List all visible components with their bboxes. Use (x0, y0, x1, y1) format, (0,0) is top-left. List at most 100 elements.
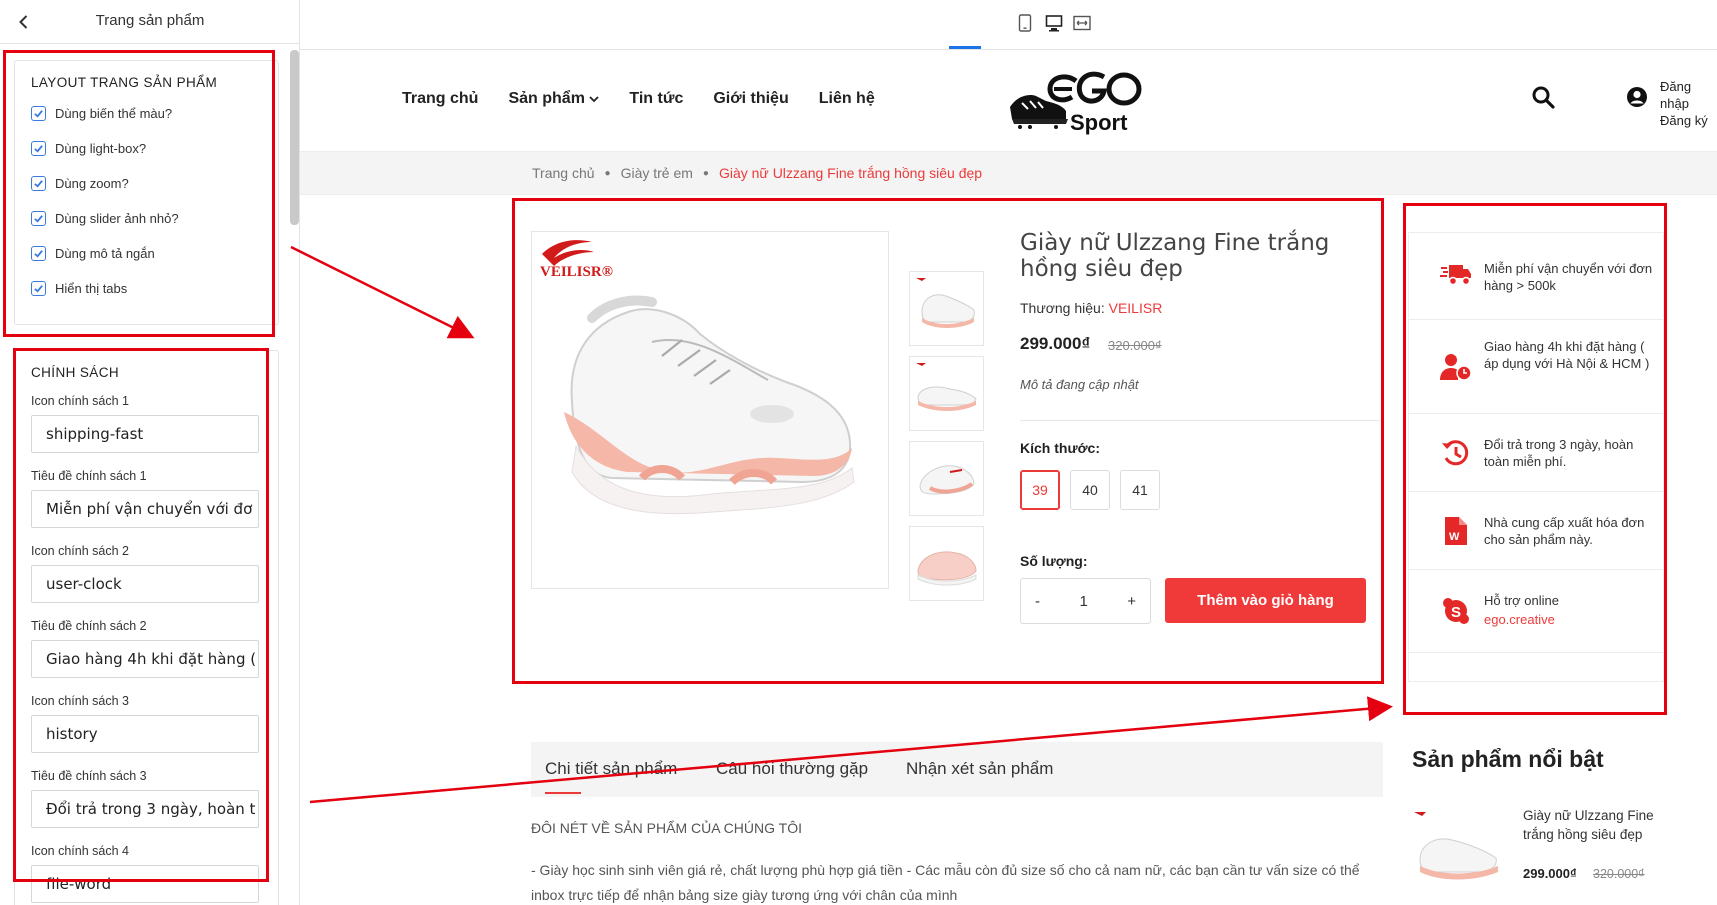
policy-field-input[interactable]: Giao hàng 4h khi đặt hàng ( (31, 640, 259, 678)
logo-sport-text: Sport (1070, 110, 1128, 135)
history-icon (1439, 436, 1473, 470)
layout-card: LAYOUT TRANG SẢN PHẨM Dùng biến thể màu?… (14, 60, 279, 325)
checkbox-checked-icon[interactable] (31, 141, 46, 156)
policy-field-input[interactable]: Đổi trả trong 3 ngày, hoàn t (31, 790, 259, 828)
size-option-41[interactable]: 41 (1120, 470, 1160, 510)
product-price: 299.000₫ (1020, 334, 1091, 353)
policy-field-input[interactable]: shipping-fast (31, 415, 259, 453)
policy-field-label: Tiêu đề chính sách 2 (31, 619, 147, 633)
quantity-increase-button[interactable]: + (1127, 593, 1136, 610)
policy-field-label: Icon chính sách 4 (31, 844, 129, 858)
policy-text: Nhà cung cấp xuất hóa đơn cho sản phẩm n… (1484, 515, 1645, 547)
shipping-fast-icon (1439, 258, 1473, 292)
quantity-stepper: - 1 + (1020, 578, 1151, 624)
nav-item-contact[interactable]: Liên hệ (819, 90, 875, 108)
policy-field-label: Icon chính sách 2 (31, 544, 129, 558)
size-option-39[interactable]: 39 (1020, 470, 1060, 510)
size-option-40[interactable]: 40 (1070, 470, 1110, 510)
layout-option[interactable]: Dùng mô tả ngắn (15, 236, 278, 271)
sidebar-scrollbar[interactable] (290, 50, 299, 225)
main-nav: Trang chủ Sản phẩm Tin tức Giới thiệu Li… (402, 90, 875, 108)
layout-option[interactable]: Dùng biến thể màu? (15, 96, 278, 131)
search-icon[interactable] (1531, 85, 1555, 109)
layout-option[interactable]: Dùng slider ảnh nhỏ? (15, 201, 278, 236)
featured-product-name[interactable]: Giày nữ Ulzzang Fine trắng hồng siêu đẹp (1523, 806, 1663, 844)
policy-item: Miễn phí vận chuyển với đơn hàng > 500k (1409, 233, 1665, 320)
nav-item-about[interactable]: Giới thiệu (713, 90, 788, 108)
breadcrumb-home[interactable]: Trang chủ (532, 165, 595, 183)
site-logo[interactable]: Sport (1006, 63, 1146, 137)
login-link[interactable]: Đăng nhập (1660, 78, 1717, 112)
active-tab-indicator (545, 792, 581, 794)
quantity-decrease-button[interactable]: - (1035, 593, 1040, 610)
thumbnail-image[interactable] (909, 441, 984, 516)
breadcrumb-separator: ● (702, 168, 709, 179)
register-link[interactable]: Đăng ký (1660, 112, 1717, 129)
featured-heading: Sản phẩm nổi bật (1412, 746, 1604, 772)
policy-field-label: Icon chính sách 1 (31, 394, 129, 408)
auth-links: Đăng nhập Đăng ký (1660, 78, 1717, 129)
policy-item: S Hỗ trợ online ego.creative (1409, 570, 1665, 653)
quantity-label: Số lượng: (1020, 553, 1088, 569)
tab-product-details[interactable]: Chi tiết sản phẩm (545, 759, 677, 779)
nav-item-home[interactable]: Trang chủ (402, 90, 478, 108)
checkbox-checked-icon[interactable] (31, 246, 46, 261)
breadcrumb: Trang chủ ● Giày trẻ em ● Giày nữ Ulzzan… (532, 165, 982, 183)
details-paragraph: - Giày học sinh sinh viên giá rẻ, chất l… (531, 862, 1360, 903)
policy-text: Đổi trả trong 3 ngày, hoàn toàn miễn phí… (1484, 437, 1634, 469)
policy-field-input[interactable]: Miễn phí vận chuyển với đơ (31, 490, 259, 528)
image-brand-text: VEILISR® (540, 264, 613, 280)
brand-link[interactable]: VEILISR (1109, 300, 1163, 316)
nav-item-news[interactable]: Tin tức (629, 90, 683, 108)
device-toolbar (300, 0, 1717, 50)
mobile-view-icon[interactable] (1014, 12, 1036, 34)
layout-option[interactable]: Hiển thị tabs (15, 271, 278, 306)
thumbnail-image[interactable] (909, 356, 984, 431)
breadcrumb-separator: ● (604, 168, 611, 179)
thumbnail-image[interactable] (909, 526, 984, 601)
breadcrumb-bar: Trang chủ ● Giày trẻ em ● Giày nữ Ulzzan… (300, 151, 1717, 195)
divider (1020, 420, 1380, 421)
checkbox-checked-icon[interactable] (31, 176, 46, 191)
add-to-cart-button[interactable]: Thêm vào giỏ hàng (1165, 578, 1366, 623)
nav-item-products[interactable]: Sản phẩm (508, 90, 600, 108)
tab-reviews[interactable]: Nhận xét sản phẩm (906, 759, 1053, 779)
main-product-image[interactable]: VEILISR® (531, 231, 889, 589)
fullwidth-view-icon[interactable] (1071, 12, 1093, 34)
layout-option[interactable]: Dùng zoom? (15, 166, 278, 201)
policy-box: Miễn phí vận chuyển với đơn hàng > 500k … (1408, 232, 1665, 682)
skype-icon: S (1439, 594, 1473, 628)
layout-option-label: Dùng light-box? (55, 141, 147, 156)
policy-text: Hỗ trợ online ego.creative (1484, 592, 1654, 628)
product-brand: Thương hiệu: VEILISR (1020, 300, 1162, 316)
thumbnail-image[interactable] (909, 271, 984, 346)
layout-option-label: Dùng slider ảnh nhỏ? (55, 211, 179, 226)
policy-text: Giao hàng 4h khi đặt hàng ( áp dụng với … (1484, 339, 1650, 371)
support-link[interactable]: ego.creative (1484, 611, 1654, 628)
quantity-value[interactable]: 1 (1079, 593, 1087, 610)
checkbox-checked-icon[interactable] (31, 106, 46, 121)
checkbox-checked-icon[interactable] (31, 281, 46, 296)
breadcrumb-category[interactable]: Giày trẻ em (621, 165, 693, 183)
product-old-price: 320.000₫ (1108, 338, 1162, 353)
nav-item-products-label: Sản phẩm (508, 90, 585, 107)
user-account-icon[interactable] (1626, 86, 1648, 108)
policy-card: CHÍNH SÁCH Icon chính sách 1 shipping-fas… (14, 350, 279, 905)
policy-field-input[interactable]: file-word (31, 865, 259, 903)
svg-text:W: W (1449, 531, 1460, 543)
brand-label: Thương hiệu: (1020, 300, 1109, 316)
tab-faq[interactable]: Câu hỏi thường gặp (716, 759, 868, 779)
policy-field-label: Tiêu đề chính sách 1 (31, 469, 147, 483)
desktop-view-icon[interactable] (1043, 12, 1065, 34)
size-label: Kích thước: (1020, 440, 1100, 456)
featured-product-image[interactable] (1410, 806, 1506, 902)
policy-item: Đổi trả trong 3 ngày, hoàn toàn miễn phí… (1409, 414, 1665, 492)
sidebar-title: Trang sản phẩm (95, 12, 205, 29)
policy-field-input[interactable]: user-clock (31, 565, 259, 603)
layout-option[interactable]: Dùng light-box? (15, 131, 278, 166)
layout-option-label: Dùng mô tả ngắn (55, 246, 155, 261)
featured-product-old-price: 320.000₫ (1593, 867, 1645, 881)
policy-field-input[interactable]: history (31, 715, 259, 753)
svg-text:S: S (1451, 604, 1461, 621)
checkbox-checked-icon[interactable] (31, 211, 46, 226)
